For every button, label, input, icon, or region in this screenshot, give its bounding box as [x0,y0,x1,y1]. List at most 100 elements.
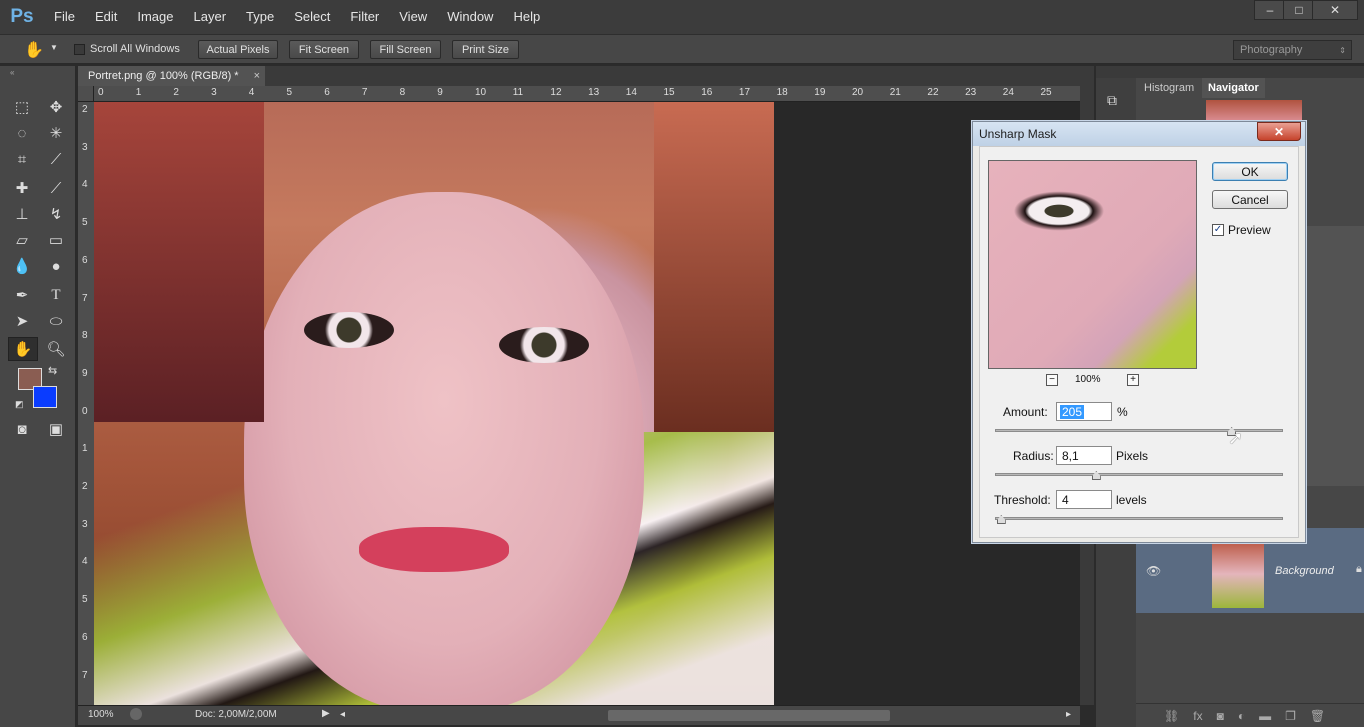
radius-input[interactable] [1056,446,1112,465]
mouse-cursor-icon: ➚ [1228,428,1244,448]
delete-layer-icon[interactable]: 🗑︎ [1310,709,1325,723]
scroll-left-icon[interactable]: ◂ [340,709,345,720]
dialog-title-bar[interactable]: Unsharp Mask [973,122,1305,146]
adjustment-layer-icon[interactable]: ◐ [1238,709,1245,723]
new-layer-icon[interactable]: ❐ [1285,709,1296,723]
amount-unit: % [1117,405,1128,419]
cancel-button[interactable]: Cancel [1212,190,1288,209]
ellipse-tool-icon[interactable]: ⬭ [44,309,68,333]
pen-tool-icon[interactable]: ✒ [10,283,34,307]
fit-screen-button[interactable]: Fit Screen [289,40,359,59]
ruler-tick-label: 14 [625,87,637,98]
zoom-in-icon[interactable]: + [1127,374,1139,386]
menu-select[interactable]: Select [284,0,340,34]
scroll-all-windows-checkbox[interactable]: Scroll All Windows [74,43,180,55]
actual-pixels-button[interactable]: Actual Pixels [198,40,278,59]
zoom-level[interactable]: 100% [88,709,114,720]
document-tab[interactable]: Portret.png @ 100% (RGB/8) * × [78,66,265,86]
portrait-image[interactable] [94,102,774,705]
ruler-tick-label: 4 [82,179,88,191]
background-color-swatch[interactable] [33,386,57,408]
radius-slider[interactable] [995,473,1283,476]
status-info-icon[interactable] [130,708,142,720]
checkbox-box[interactable] [74,43,85,55]
magic-wand-tool-icon[interactable]: ✳ [44,121,68,145]
menu-view[interactable]: View [389,0,437,34]
ruler-tick-label: 17 [738,87,751,98]
default-colors-icon[interactable]: ◩ [15,399,24,410]
dialog-preview-image[interactable] [988,160,1197,369]
link-layers-icon[interactable]: ⛓ [1164,709,1179,723]
tool-preset-dropdown-icon[interactable]: ▼ [50,43,58,52]
blur-tool-icon[interactable]: 💧 [10,254,34,278]
swap-colors-icon[interactable]: ⇆ [48,364,57,377]
marquee-tool-icon[interactable]: ⬚ [10,95,34,119]
workspace-select[interactable]: Photography ⇕ [1233,40,1352,60]
close-tab-icon[interactable]: × [254,70,260,82]
quick-mask-icon[interactable]: ◙ [10,417,34,441]
menu-help[interactable]: Help [503,0,550,34]
left-eye [304,312,394,348]
brush-tool-icon[interactable]: ⟋ [44,176,68,200]
healing-brush-tool-icon[interactable]: ✚ [10,176,34,200]
preview-check-icon[interactable]: ✓ [1212,224,1224,236]
hand-tool-icon[interactable]: ✋ [24,40,44,60]
ruler-tick-label: 4 [248,87,255,98]
lasso-tool-icon[interactable]: ◌ [10,121,34,145]
threshold-slider[interactable] [995,517,1283,520]
menu-window[interactable]: Window [437,0,503,34]
path-selection-tool-icon[interactable]: ➤ [10,309,34,333]
ruler-tick-label: 8 [399,87,406,98]
fx-icon[interactable]: fx [1193,709,1202,723]
gradient-tool-icon[interactable]: ▭ [44,228,68,252]
zoom-tool-icon[interactable]: 🔍︎ [44,337,68,361]
threshold-input[interactable] [1056,490,1112,509]
eraser-tool-icon[interactable]: ▱ [10,228,34,252]
eyedropper-tool-icon[interactable]: ⟋ [44,147,68,171]
screen-mode-icon[interactable]: ▣ [44,417,68,441]
horizontal-scrollbar-thumb[interactable] [608,710,890,721]
print-size-button[interactable]: Print Size [452,40,519,59]
menu-file[interactable]: File [44,0,85,34]
ruler-tick-label: 9 [82,367,88,379]
visibility-eye-icon[interactable]: 👁︎ [1146,564,1161,578]
menu-image[interactable]: Image [127,0,183,34]
scroll-right-icon[interactable]: ▸ [1066,709,1071,720]
fill-screen-button[interactable]: Fill Screen [370,40,441,59]
ruler-tick-label: 1 [82,443,88,455]
status-menu-arrow-icon[interactable]: ▶ [322,708,330,719]
move-tool-icon[interactable]: ✥ [44,95,68,119]
menu-type[interactable]: Type [236,0,284,34]
minimize-button[interactable]: – [1254,0,1286,20]
clone-stamp-tool-icon[interactable]: ⊥ [10,202,34,226]
threshold-label: Threshold: [994,493,1051,507]
maximize-button[interactable]: □ [1283,0,1315,20]
menu-filter[interactable]: Filter [340,0,389,34]
new-group-icon[interactable]: ▬ [1259,709,1271,723]
ruler-tick-label: 13 [588,87,600,98]
close-window-button[interactable]: ✕ [1312,0,1358,20]
properties-icon[interactable]: ⧉ [1107,92,1117,109]
dodge-tool-icon[interactable]: ● [44,254,68,278]
ruler-origin[interactable] [78,86,94,102]
navigator-thumbnail[interactable] [1206,100,1302,120]
menu-edit[interactable]: Edit [85,0,127,34]
history-brush-tool-icon[interactable]: ↯ [44,202,68,226]
menu-layer[interactable]: Layer [184,0,237,34]
dialog-close-button[interactable]: ✕ [1257,122,1301,141]
zoom-out-icon[interactable]: − [1046,374,1058,386]
ruler-tick-label: 6 [82,631,88,643]
collapse-arrows-icon[interactable]: « [10,68,14,77]
crop-tool-icon[interactable]: ⌗ [10,147,34,171]
ok-button[interactable]: OK [1212,162,1288,181]
ruler-tick-label: 18 [776,87,788,98]
amount-label: Amount: [1003,405,1048,419]
tab-navigator[interactable]: Navigator [1202,78,1265,98]
tab-histogram[interactable]: Histogram [1138,78,1200,98]
hand-tool-selected-icon[interactable]: ✋ [8,337,38,361]
ruler-tick-label: 15 [663,87,675,98]
add-mask-icon[interactable]: ◙ [1217,709,1224,723]
preview-checkbox[interactable]: ✓ Preview [1212,223,1271,237]
type-tool-icon[interactable]: T [44,283,68,307]
ruler-tick-label: 3 [211,87,217,98]
